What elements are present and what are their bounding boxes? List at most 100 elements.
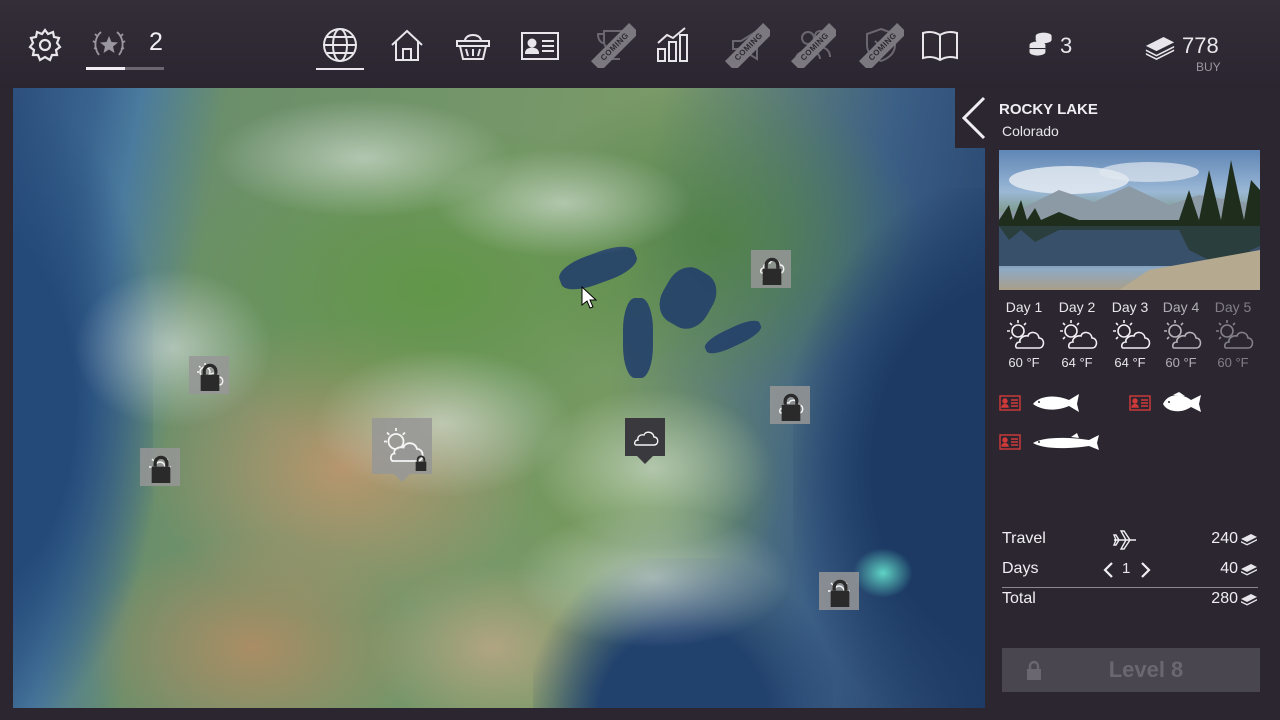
shield-icon[interactable]: COMING — [858, 22, 904, 68]
lock-icon — [151, 455, 171, 483]
bahamas-shallows — [853, 548, 913, 598]
days-label: Days — [1002, 560, 1039, 577]
forecast-day-label: Day 5 — [1214, 299, 1252, 315]
forecast-temp: 64 °F — [1061, 355, 1093, 370]
chevron-right-icon[interactable] — [1140, 562, 1152, 578]
fish-trout-icon — [1033, 394, 1079, 412]
forecast-day-label: Day 2 — [1058, 299, 1096, 315]
total-cost: 280 — [1211, 590, 1238, 607]
cash-amount: 778 — [1182, 33, 1219, 58]
fish-species-trout[interactable] — [999, 392, 1081, 414]
trophy-icon[interactable]: COMING — [590, 22, 636, 68]
days-count: 1 — [1122, 560, 1131, 577]
marker-oregon[interactable] — [189, 356, 229, 394]
lock-icon — [762, 257, 782, 285]
lock-icon — [1027, 660, 1041, 680]
bar-chart-icon[interactable] — [650, 22, 696, 68]
id-card-icon[interactable] — [517, 22, 563, 68]
book-icon[interactable] — [917, 22, 963, 68]
marker-florida[interactable] — [819, 572, 859, 610]
partly-cloudy-icon — [1051, 317, 1103, 351]
travel-label: Travel — [1002, 530, 1046, 547]
globe-icon[interactable] — [317, 22, 363, 68]
lock-icon — [781, 393, 801, 421]
basket-icon[interactable] — [450, 22, 496, 68]
total-label: Total — [1002, 590, 1036, 607]
coins-icon[interactable] — [1024, 22, 1058, 68]
travel-cost-row: Travel 240 — [1002, 530, 1258, 554]
forecast-day-1: Day 1 60 °F — [998, 299, 1050, 370]
laurel-star-icon[interactable] — [86, 22, 132, 68]
airplane-icon — [1112, 530, 1136, 550]
forecast-day-label: Day 3 — [1111, 299, 1149, 315]
lake-erie — [702, 316, 764, 358]
forecast-day-5: Day 5 60 °F — [1207, 299, 1259, 370]
cloud — [513, 508, 793, 648]
cash-icon[interactable] — [1140, 22, 1180, 68]
license-icon — [1129, 395, 1151, 411]
lock-icon — [200, 363, 220, 391]
fish-species-perch[interactable] — [1129, 392, 1203, 414]
license-icon — [999, 395, 1021, 411]
rank-progress-bar — [86, 67, 164, 70]
lake-scene-image — [999, 160, 1260, 290]
forecast-temp: 60 °F — [1217, 355, 1249, 370]
forecast-day-label: Day 1 — [1005, 299, 1043, 315]
forecast-day-4: Day 4 60 °F — [1155, 299, 1207, 370]
cash-icon — [1241, 594, 1257, 606]
forecast-temp: 64 °F — [1114, 355, 1146, 370]
cash-icon — [1241, 564, 1257, 576]
total-cost-row: Total 280 — [1002, 590, 1258, 614]
coins-amount: 3 — [1060, 33, 1073, 58]
cloud — [73, 268, 273, 428]
marker-california[interactable] — [140, 448, 180, 486]
fish-perch-icon — [1163, 392, 1201, 412]
partly-cloudy-icon — [1155, 317, 1207, 351]
days-cost: 40 — [1220, 560, 1238, 577]
forecast-day-3: Day 3 64 °F — [1104, 299, 1156, 370]
level-requirement: Level 8 — [1108, 657, 1184, 682]
fish-species-pike[interactable] — [999, 432, 1101, 452]
forecast-day-label: Day 4 — [1162, 299, 1200, 315]
partly-cloudy-icon — [1104, 317, 1156, 351]
back-arrow-icon[interactable] — [958, 96, 988, 140]
lake-michigan — [623, 298, 653, 378]
location-name: ROCKY LAKE — [999, 101, 1098, 118]
megaphone-icon[interactable]: COMING — [724, 22, 770, 68]
marker-northeast[interactable] — [751, 250, 791, 288]
partly-cloudy-icon — [1207, 317, 1259, 351]
rank-progress-fill — [86, 67, 125, 70]
total-divider — [1002, 587, 1258, 588]
marker-eastcoast[interactable] — [770, 386, 810, 424]
gear-icon[interactable] — [22, 22, 68, 68]
buy-link[interactable]: BUY — [1196, 60, 1221, 74]
forecast-temp: 60 °F — [1008, 355, 1040, 370]
cash-icon — [1241, 534, 1257, 546]
rank-level: 2 — [149, 28, 163, 56]
top-bar: 2 COMING COMING COMING COMING 3 778 BUY — [0, 0, 1280, 88]
level-locked-button[interactable]: Level 8 — [1002, 648, 1260, 692]
lake-huron — [651, 259, 725, 337]
forecast-day-2: Day 2 64 °F — [1051, 299, 1103, 370]
mouse-cursor-icon — [581, 286, 597, 309]
marker-colorado[interactable] — [372, 418, 432, 482]
fish-pike-icon — [1033, 433, 1099, 450]
chevron-left-icon[interactable] — [1102, 562, 1114, 578]
marker-pointer — [637, 456, 653, 464]
house-icon[interactable] — [384, 22, 430, 68]
people-icon[interactable]: COMING — [790, 22, 836, 68]
forecast-temp: 60 °F — [1165, 355, 1197, 370]
travel-cost: 240 — [1211, 530, 1238, 547]
partly-cloudy-icon — [998, 317, 1050, 351]
lock-icon — [415, 455, 427, 471]
lock-icon — [830, 579, 850, 607]
marker-midwest[interactable] — [625, 418, 665, 464]
license-icon — [999, 434, 1021, 450]
world-map[interactable] — [13, 88, 985, 708]
active-tab-indicator — [316, 68, 364, 70]
location-region: Colorado — [1002, 123, 1059, 139]
cloud — [433, 148, 693, 258]
days-stepper: 1 — [1102, 560, 1154, 580]
marker-pointer — [394, 474, 410, 482]
location-photo — [999, 150, 1260, 290]
